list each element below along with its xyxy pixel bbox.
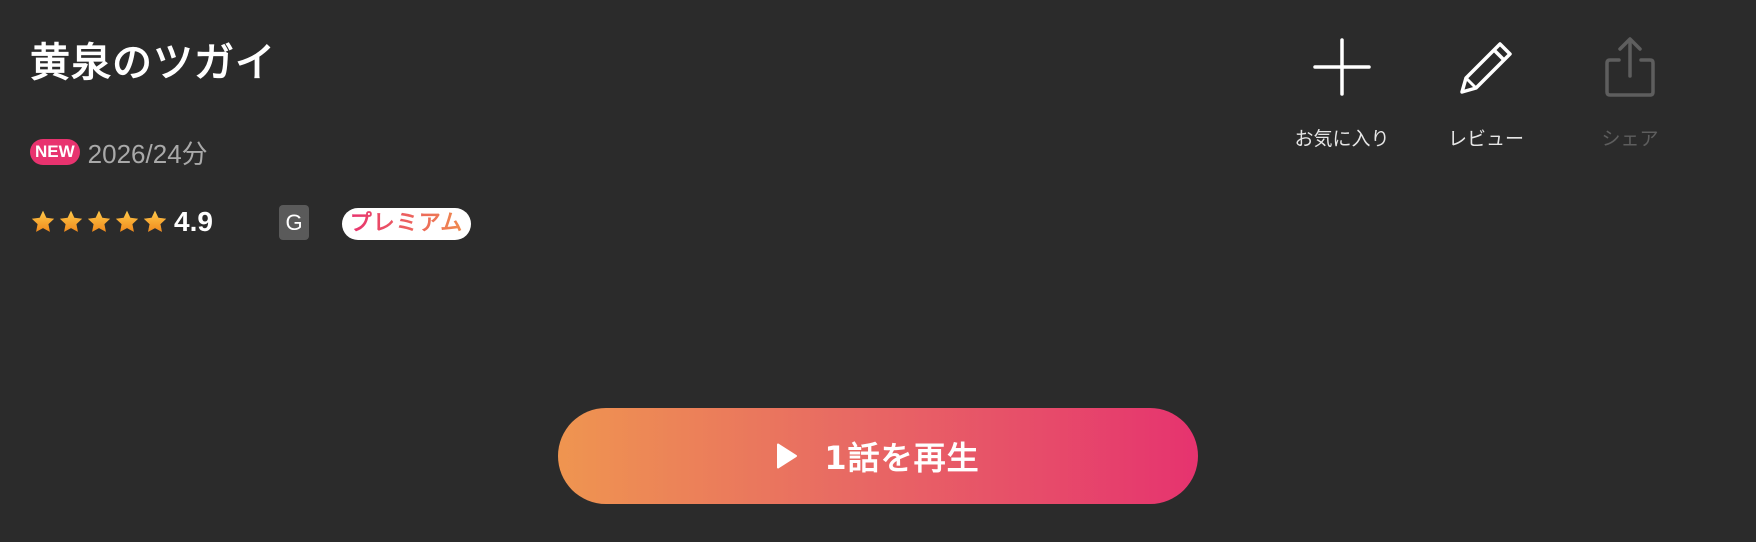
play-icon (777, 443, 798, 469)
play-button-label: 1話を再生 (824, 439, 980, 477)
title-detail-panel: 黄泉のツガイ NEW 2026/24分 4.9 G プレミアム お気に入り レビ… (0, 0, 1756, 542)
premium-badge-label: プレミアム (349, 211, 464, 236)
star-rating (30, 209, 170, 235)
rating-value: 4.9 (174, 206, 213, 237)
star-icon (87, 210, 111, 232)
star-icon (59, 210, 83, 232)
favorite-button[interactable]: お気に入り (1287, 36, 1397, 151)
review-label: レビュー (1447, 128, 1524, 150)
year-duration-text: 2026/24分 (87, 138, 208, 169)
share-label: シェア (1601, 128, 1659, 150)
star-icon (31, 210, 55, 232)
premium-badge: プレミアム (342, 208, 471, 240)
share-icon (1605, 37, 1655, 97)
star-icon (115, 210, 139, 232)
review-button[interactable]: レビュー (1431, 36, 1541, 151)
pencil-icon (1460, 42, 1512, 94)
star-partial-icon (143, 210, 167, 232)
favorite-label: お気に入り (1294, 128, 1390, 150)
age-rating-badge: G (279, 205, 309, 240)
page-title: 黄泉のツガイ (30, 40, 276, 86)
share-button[interactable]: シェア (1575, 36, 1685, 151)
meta-row: NEW 2026/24分 (30, 136, 208, 169)
play-episode-button[interactable]: 1話を再生 (558, 408, 1198, 504)
rating-row: 4.9 (30, 202, 213, 242)
new-badge: NEW (30, 139, 80, 165)
plus-icon (1313, 38, 1371, 96)
